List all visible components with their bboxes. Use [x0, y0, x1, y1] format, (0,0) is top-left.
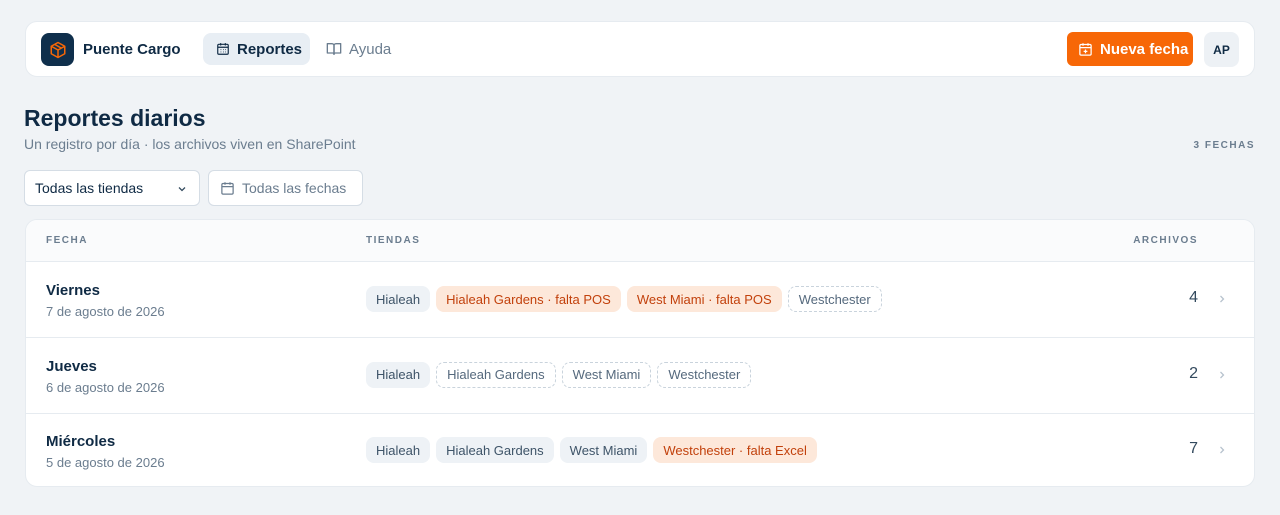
chevron-right-icon[interactable]	[1216, 444, 1228, 456]
table-header: FECHA TIENDAS ARCHIVOS	[26, 220, 1254, 262]
book-icon	[326, 43, 342, 55]
row-date: 7 de agosto de 2026	[46, 304, 165, 319]
store-filter-value: Todas las tiendas	[35, 180, 144, 196]
store-filter-select[interactable]: Todas las tiendas	[24, 170, 200, 206]
table-row[interactable]: Jueves 6 de agosto de 2026 Hialeah Hialeah …	[26, 338, 1254, 414]
new-date-label: Nueva fecha	[1100, 40, 1189, 58]
store-chip: Westchester	[657, 361, 752, 388]
store-chip: West Miami	[559, 437, 648, 463]
user-avatar[interactable]: AP	[1204, 32, 1239, 67]
files-count: 4	[1189, 289, 1198, 306]
box-logo-icon[interactable]	[41, 33, 74, 66]
row-date: 6 de agosto de 2026	[46, 379, 165, 395]
store-chip: Westchester	[787, 286, 882, 312]
header-tiendas: TIENDAS	[366, 235, 421, 246]
store-chip: Hialeah Gardens	[436, 361, 556, 388]
nav-ayuda-label: Ayuda	[349, 40, 392, 58]
nav-ayuda[interactable]: Ayuda	[326, 33, 391, 65]
store-chip: West Miami · falta POS	[626, 286, 782, 312]
table-row[interactable]: Miércoles 5 de agosto de 2026 Hialeah Hiale…	[26, 413, 1254, 486]
chevron-right-icon[interactable]	[1216, 293, 1228, 305]
reports-table: FECHA TIENDAS ARCHIVOS Viernes 7 de agost…	[25, 219, 1255, 487]
store-chips: Hialeah Hialeah Gardens · falta POS West M…	[366, 286, 882, 312]
date-filter-button[interactable]: Todas las fechas	[208, 170, 363, 206]
store-chip: Hialeah Gardens	[436, 437, 554, 463]
new-date-button[interactable]: Nueva fecha	[1067, 32, 1193, 66]
page-subtitle: Un registro por día · los archivos viven…	[24, 136, 356, 152]
files-count: 7	[1189, 440, 1198, 457]
store-chip: West Miami	[561, 361, 652, 388]
row-day: Jueves	[46, 357, 97, 375]
nav-reportes-label: Reportes	[237, 40, 303, 58]
store-chips: Hialeah Hialeah Gardens West Miami Westches…	[366, 361, 752, 388]
calendar-plus-icon	[1079, 42, 1092, 56]
page-title: Reportes diarios	[24, 105, 206, 131]
top-bar: Puente Cargo Reportes Ayuda Nueva fecha …	[25, 21, 1255, 77]
row-day: Miércoles	[46, 433, 116, 450]
dates-count: 3 FECHAS	[1193, 140, 1255, 151]
row-day: Viernes	[46, 282, 100, 299]
header-fecha: FECHA	[46, 235, 88, 246]
date-filter-label: Todas las fechas	[242, 180, 347, 196]
brand-name[interactable]: Puente Cargo	[83, 41, 181, 58]
chevron-right-icon[interactable]	[1216, 369, 1228, 381]
calendar-icon	[221, 181, 234, 195]
calendar-icon	[217, 43, 229, 55]
chevron-down-icon	[178, 187, 186, 192]
store-chip: Hialeah	[366, 286, 431, 312]
store-chip: Hialeah	[366, 361, 431, 388]
table-row[interactable]: Viernes 7 de agosto de 2026 Hialeah Hialeah…	[26, 262, 1254, 338]
header-archivos: ARCHIVOS	[1133, 235, 1198, 246]
files-count: 2	[1189, 364, 1198, 382]
store-chip: Hialeah	[366, 437, 431, 463]
row-date: 5 de agosto de 2026	[46, 455, 165, 470]
nav-reportes[interactable]: Reportes	[203, 33, 310, 65]
store-chips: Hialeah Hialeah Gardens West Miami Westches…	[366, 437, 817, 463]
store-chip: Hialeah Gardens · falta POS	[436, 286, 621, 312]
store-chip: Westchester · falta Excel	[653, 437, 817, 463]
